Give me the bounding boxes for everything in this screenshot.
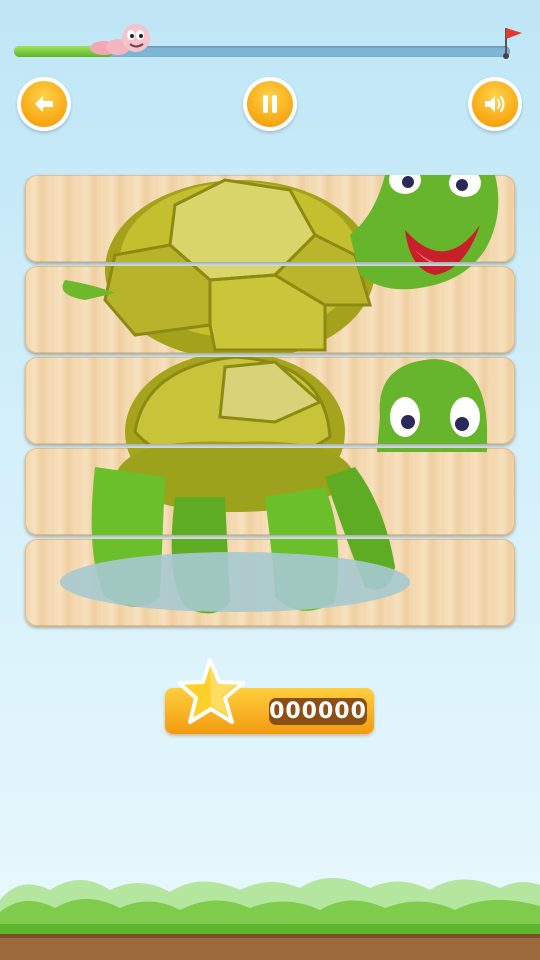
sound-button[interactable] bbox=[468, 77, 522, 131]
turtle-shell-eyes-piece bbox=[58, 357, 489, 444]
turtle-shell-head-piece bbox=[61, 175, 500, 262]
worm-marker-icon bbox=[90, 24, 150, 55]
arrow-left-icon bbox=[35, 96, 53, 112]
score-counter: 000000 bbox=[269, 698, 367, 725]
pause-icon bbox=[263, 95, 277, 113]
turtle-body-piece bbox=[58, 448, 489, 535]
back-button[interactable] bbox=[17, 77, 71, 131]
star-icon bbox=[177, 658, 245, 724]
speaker-icon bbox=[485, 95, 505, 113]
puzzle-strip-4[interactable] bbox=[25, 448, 515, 535]
puzzle-strip-2[interactable] bbox=[25, 266, 515, 353]
grass-ground-scenery bbox=[0, 878, 540, 960]
turtle-shell-tail-piece bbox=[61, 266, 500, 353]
puzzle-strip-5[interactable] bbox=[25, 539, 515, 626]
puzzle-board bbox=[25, 175, 515, 627]
pause-button[interactable] bbox=[243, 77, 297, 131]
turtle-feet-piece bbox=[58, 539, 489, 615]
puzzle-strip-3[interactable] bbox=[25, 357, 515, 444]
goal-flag-icon bbox=[503, 28, 522, 59]
puzzle-strip-1[interactable] bbox=[25, 175, 515, 262]
